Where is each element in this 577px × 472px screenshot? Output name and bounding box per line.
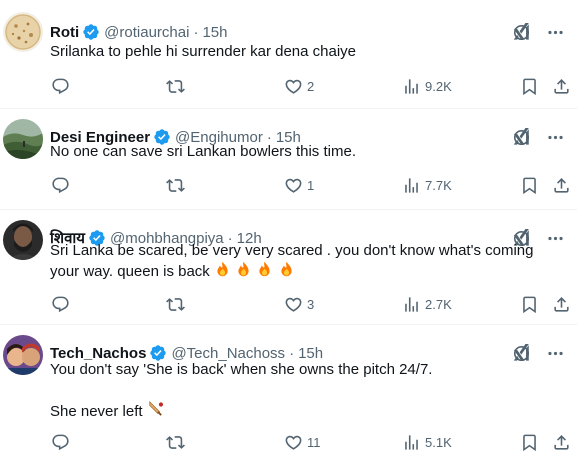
verified-badge-icon xyxy=(82,23,100,41)
like-count: 2 xyxy=(307,78,315,94)
tweet-text: No one can save sri Lankan bowlers this … xyxy=(50,143,356,160)
views-button[interactable]: 7.7K xyxy=(402,175,452,195)
timestamp[interactable]: 15h xyxy=(298,345,323,362)
retweet-button[interactable] xyxy=(166,432,185,452)
reply-icon xyxy=(51,433,70,452)
like-button[interactable]: 1 xyxy=(284,175,314,195)
separator-dot: · xyxy=(289,344,295,362)
cartoon-avatar[interactable] xyxy=(3,335,43,375)
heart-icon xyxy=(284,176,303,195)
tweet-text-line: You don't say 'She is back' when she own… xyxy=(50,361,433,378)
tweet-text-line: Sri Lanka be scared, be very very scared… xyxy=(50,242,534,259)
bookmark-icon xyxy=(520,295,539,314)
more-options-icon[interactable] xyxy=(545,22,565,42)
tweet-actions: 11 5.1K xyxy=(50,432,571,452)
grok-icon[interactable] xyxy=(511,22,531,42)
bookmark-button[interactable] xyxy=(520,175,539,195)
reply-button[interactable] xyxy=(51,432,70,452)
tweet-header: Roti @rotiaurchai · 15h xyxy=(50,22,227,42)
share-icon xyxy=(552,295,571,314)
retweet-icon xyxy=(166,295,185,314)
view-count: 5.1K xyxy=(425,434,452,450)
reply-button[interactable] xyxy=(51,175,70,195)
tweet[interactable]: शिवाय @mohbhangpiya · 12h Sri Lanka be s… xyxy=(0,210,577,325)
landscape-avatar[interactable] xyxy=(3,119,43,159)
bookmark-icon xyxy=(520,433,539,452)
bookmark-icon xyxy=(520,176,539,195)
tweet-actions: 2 9.2K xyxy=(50,76,571,96)
fire-icon xyxy=(217,261,228,277)
bookmark-button[interactable] xyxy=(520,294,539,314)
tweet-text-line: She never left xyxy=(50,400,553,422)
views-button[interactable]: 2.7K xyxy=(402,294,452,314)
views-button[interactable]: 9.2K xyxy=(402,76,452,96)
bookmark-button[interactable] xyxy=(520,76,539,96)
fire-icon xyxy=(280,261,292,277)
tweet-top-actions xyxy=(511,22,565,42)
fire-icon xyxy=(259,261,270,277)
views-button[interactable]: 5.1K xyxy=(402,432,452,452)
view-count: 9.2K xyxy=(425,78,452,94)
retweet-icon xyxy=(166,433,185,452)
tweet-actions: 3 2.7K xyxy=(50,294,571,314)
share-button[interactable] xyxy=(552,432,571,452)
separator-dot: · xyxy=(193,23,199,41)
display-name[interactable]: Roti xyxy=(50,24,79,41)
roti-avatar[interactable] xyxy=(3,12,43,52)
like-count: 11 xyxy=(307,434,321,450)
retweet-icon xyxy=(166,77,185,96)
tweet-text-fragment: She never left xyxy=(50,403,143,420)
tweet[interactable]: Desi Engineer @Engihumor · 15h No one ca… xyxy=(0,109,577,210)
display-name[interactable]: Tech_Nachos xyxy=(50,345,146,362)
views-chart-icon xyxy=(402,295,421,314)
retweet-button[interactable] xyxy=(166,294,185,314)
reply-icon xyxy=(51,295,70,314)
bookmark-icon xyxy=(520,77,539,96)
cricket-bat-icon xyxy=(149,400,163,416)
fire-icon xyxy=(238,261,249,277)
tweet-text: You don't say 'She is back' when she own… xyxy=(50,360,553,422)
tweet-text-line: your way. queen is back xyxy=(50,261,553,282)
view-count: 7.7K xyxy=(425,177,452,193)
reply-icon xyxy=(51,77,70,96)
like-button[interactable]: 11 xyxy=(284,432,321,452)
user-handle[interactable]: @Tech_Nachoss xyxy=(171,345,285,362)
retweet-icon xyxy=(166,176,185,195)
tweet-text-fragment: your way. queen is back xyxy=(50,263,210,280)
heart-icon xyxy=(284,77,303,96)
tweet[interactable]: Roti @rotiaurchai · 15h Srilanka to pehl… xyxy=(0,0,577,109)
like-button[interactable]: 2 xyxy=(284,76,314,96)
retweet-button[interactable] xyxy=(166,76,185,96)
tweet-text: Srilanka to pehle hi surrender kar dena … xyxy=(50,43,357,60)
heart-icon xyxy=(284,295,303,314)
views-chart-icon xyxy=(402,433,421,452)
share-button[interactable] xyxy=(552,76,571,96)
user-handle[interactable]: @rotiaurchai xyxy=(104,24,189,41)
views-chart-icon xyxy=(402,176,421,195)
tweet-actions: 1 7.7K xyxy=(50,175,571,195)
reply-icon xyxy=(51,176,70,195)
share-button[interactable] xyxy=(552,294,571,314)
like-count: 1 xyxy=(307,177,315,193)
share-icon xyxy=(552,176,571,195)
share-button[interactable] xyxy=(552,175,571,195)
like-button[interactable]: 3 xyxy=(284,294,314,314)
like-count: 3 xyxy=(307,296,315,312)
share-icon xyxy=(552,433,571,452)
share-icon xyxy=(552,77,571,96)
reply-feed: Roti @rotiaurchai · 15h Srilanka to pehl… xyxy=(0,0,577,472)
reply-button[interactable] xyxy=(51,76,70,96)
retweet-button[interactable] xyxy=(166,175,185,195)
tweet[interactable]: Tech_Nachos @Tech_Nachoss · 15h You don'… xyxy=(0,325,577,472)
view-count: 2.7K xyxy=(425,296,452,312)
bookmark-button[interactable] xyxy=(520,432,539,452)
portrait-avatar[interactable] xyxy=(3,220,43,260)
timestamp[interactable]: 15h xyxy=(202,24,227,41)
heart-icon xyxy=(284,433,303,452)
tweet-text: Sri Lanka be scared, be very very scared… xyxy=(50,241,553,282)
reply-button[interactable] xyxy=(51,294,70,314)
views-chart-icon xyxy=(402,77,421,96)
